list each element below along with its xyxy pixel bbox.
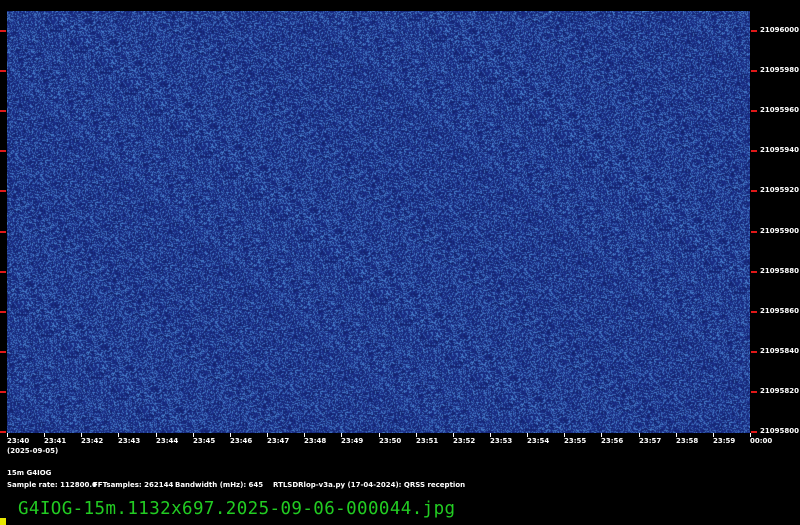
time-label: 23:58 (676, 437, 699, 445)
frequency-label: 21095880 (760, 267, 799, 275)
time-label: 23:45 (193, 437, 216, 445)
frequency-label: 21095920 (760, 186, 799, 194)
frequency-tick-right (751, 231, 757, 233)
waterfall-noise (7, 11, 750, 433)
software-label: RTLSDRlop-v3a.py (17-04-2024): QRSS rece… (273, 481, 466, 489)
frequency-tick-left (0, 231, 6, 233)
time-label: 23:53 (490, 437, 513, 445)
time-label: 23:57 (639, 437, 662, 445)
frequency-tick-left (0, 150, 6, 152)
frequency-tick-left (0, 110, 6, 112)
time-label: 23:47 (267, 437, 290, 445)
date-label: (2025-09-05) (7, 447, 59, 455)
frequency-tick-right (751, 391, 757, 393)
frequency-tick-left (0, 391, 6, 393)
frequency-label: 21095940 (760, 146, 799, 154)
frequency-tick-right (751, 110, 757, 112)
frequency-label: 21095840 (760, 347, 799, 355)
frequency-tick-left (0, 190, 6, 192)
frequency-tick-left (0, 351, 6, 353)
time-label: 23:44 (156, 437, 179, 445)
frequency-tick-right (751, 351, 757, 353)
fft-samples-label: FFTsamples: 262144 (93, 481, 174, 489)
time-label: 23:52 (453, 437, 476, 445)
time-label: 23:40 (7, 437, 30, 445)
frequency-tick-right (751, 431, 757, 433)
frequency-tick-right (751, 311, 757, 313)
frequency-tick-right (751, 70, 757, 72)
time-label: 23:55 (564, 437, 587, 445)
sample-rate-label: Sample rate: 112800.0 (7, 481, 97, 489)
time-label: 23:42 (81, 437, 104, 445)
filename-label: G4IOG-15m.1132x697.2025-09-06-000044.jpg (18, 499, 456, 519)
time-label: 23:51 (416, 437, 439, 445)
station-label: 15m G4IOG (7, 469, 52, 477)
frequency-tick-left (0, 30, 6, 32)
frequency-label: 21095820 (760, 387, 799, 395)
frequency-tick-left (0, 431, 6, 433)
frequency-label: 21095980 (760, 66, 799, 74)
frequency-tick-right (751, 30, 757, 32)
time-label: 23:59 (713, 437, 736, 445)
frequency-label: 21095900 (760, 227, 799, 235)
frequency-tick-right (751, 271, 757, 273)
time-label: 23:48 (304, 437, 327, 445)
corner-marker (0, 518, 6, 525)
time-label: 23:49 (341, 437, 364, 445)
bandwidth-label: Bandwidth (mHz): 645 (175, 481, 264, 489)
frequency-tick-left (0, 311, 6, 313)
frequency-tick-right (751, 150, 757, 152)
time-label: 23:43 (118, 437, 141, 445)
time-label: 23:56 (601, 437, 624, 445)
frequency-label: 21095960 (760, 106, 799, 114)
time-label: 23:41 (44, 437, 67, 445)
frequency-label: 21095860 (760, 307, 799, 315)
frequency-label: 21096000 (760, 26, 799, 34)
waterfall-spectrogram (7, 11, 750, 433)
time-label: 00:00 (750, 437, 773, 445)
frequency-label: 21095800 (760, 427, 799, 435)
time-label: 23:46 (230, 437, 253, 445)
frequency-tick-left (0, 70, 6, 72)
frequency-tick-right (751, 190, 757, 192)
frequency-tick-left (0, 271, 6, 273)
time-label: 23:54 (527, 437, 550, 445)
time-label: 23:50 (379, 437, 402, 445)
